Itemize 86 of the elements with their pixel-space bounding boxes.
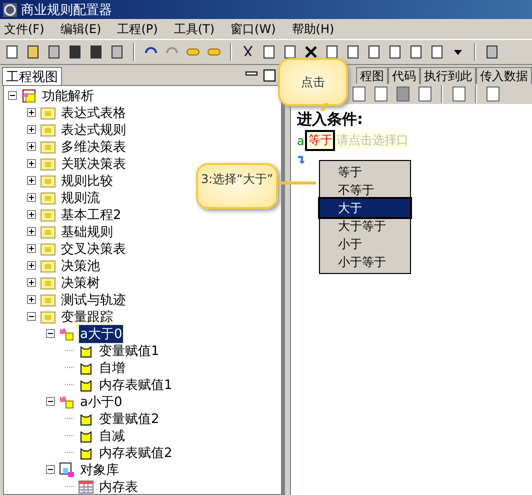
dropdown-option[interactable]: 等于 xyxy=(320,163,410,181)
tree-item[interactable]: 决策池 xyxy=(60,256,101,274)
folder-icon xyxy=(40,190,56,206)
folder-icon xyxy=(40,138,56,154)
tree-item[interactable]: 决策树 xyxy=(60,274,101,292)
menu-item[interactable]: 窗口(W) xyxy=(230,20,276,38)
expander-icon[interactable] xyxy=(27,227,36,236)
section-heading: 进入条件: xyxy=(297,110,363,129)
tree-item[interactable]: 规则比较 xyxy=(60,172,114,190)
tree-item[interactable]: 交叉决策表 xyxy=(60,240,127,258)
folder-icon xyxy=(40,258,56,274)
tree-item[interactable]: 规则流 xyxy=(60,188,101,206)
folder-icon xyxy=(40,156,56,172)
menu-item[interactable]: 编辑(E) xyxy=(60,20,102,38)
expander-icon[interactable] xyxy=(27,193,36,202)
folder-icon xyxy=(40,274,56,290)
expander-icon[interactable] xyxy=(27,108,36,117)
expander-icon[interactable] xyxy=(27,312,36,321)
expander-icon[interactable] xyxy=(46,465,55,474)
branch-icon xyxy=(59,394,75,410)
tree-item[interactable]: a大于0 xyxy=(79,324,124,342)
tree-item[interactable]: 基本工程2 xyxy=(60,206,122,224)
branch-icon xyxy=(59,326,75,342)
tree-item[interactable]: 基础规则 xyxy=(60,222,114,240)
down-arrow-icon xyxy=(297,154,307,164)
tree-item[interactable]: a小于0 xyxy=(79,392,124,410)
folder-icon xyxy=(40,308,56,324)
tree-item[interactable]: 表达式表格 xyxy=(60,104,127,122)
folder-icon xyxy=(40,122,56,138)
expander-icon[interactable] xyxy=(27,210,36,219)
tree-item[interactable]: 多维决策表 xyxy=(60,138,127,156)
folder-icon xyxy=(40,206,56,222)
tree-item[interactable]: 变量赋值2 xyxy=(98,410,160,428)
expander-icon[interactable] xyxy=(27,244,36,253)
tree-item[interactable]: 测试与轨迹 xyxy=(60,290,127,308)
folder-icon xyxy=(40,172,56,188)
tree-item[interactable]: 对象库 xyxy=(79,460,120,478)
folder-icon xyxy=(40,224,56,240)
tree-item[interactable]: 自减 xyxy=(98,426,126,444)
menu-item[interactable]: 文件(F) xyxy=(4,20,44,38)
tree-item[interactable]: 内存表赋值2 xyxy=(98,444,174,462)
dropdown-option[interactable]: 不等于 xyxy=(320,181,410,199)
operator-link[interactable]: 等于 xyxy=(305,130,336,151)
callout: 点击 xyxy=(278,58,348,106)
folder-icon xyxy=(40,292,56,308)
expander-icon[interactable] xyxy=(27,176,36,185)
variable-name: a xyxy=(297,134,304,148)
menu-item[interactable]: 工具(T) xyxy=(174,20,215,38)
panel-tab[interactable]: 工程视图 xyxy=(2,66,62,86)
tree-item[interactable]: 表达式规则 xyxy=(60,120,127,138)
expander-icon[interactable] xyxy=(8,91,17,100)
tree-item[interactable]: 功能解析 xyxy=(41,86,95,104)
expander-icon[interactable] xyxy=(27,261,36,270)
callout: 3:选择“大于” xyxy=(196,163,278,209)
expander-icon[interactable] xyxy=(46,397,55,406)
dropdown-option[interactable]: 大于 xyxy=(320,199,410,217)
project-icon xyxy=(21,88,37,104)
view-tab[interactable]: 程图 xyxy=(356,67,388,84)
expander-icon[interactable] xyxy=(27,125,36,134)
tree-item[interactable]: 内存表赋值1 xyxy=(98,376,174,394)
menu-item[interactable]: 工程(P) xyxy=(117,20,158,38)
menu-item[interactable]: 帮助(H) xyxy=(292,20,334,38)
view-tab[interactable]: 代码 xyxy=(388,67,420,84)
expander-icon[interactable] xyxy=(27,159,36,168)
expander-icon[interactable] xyxy=(27,278,36,287)
tree-item[interactable]: 变量跟踪 xyxy=(60,308,114,326)
folder-icon xyxy=(40,240,56,256)
tree-item[interactable]: 内存表 xyxy=(98,478,139,494)
app-icon xyxy=(2,2,18,18)
window-title: 商业规则配置器 xyxy=(21,2,112,18)
dropdown-option[interactable]: 小于 xyxy=(320,235,410,253)
expander-icon[interactable] xyxy=(27,295,36,304)
tree-item[interactable]: 变量赋值1 xyxy=(98,342,160,360)
dropdown-option[interactable]: 大于等于 xyxy=(320,217,410,235)
leader-line xyxy=(318,103,330,111)
view-tab[interactable]: 执行到此 xyxy=(420,67,476,84)
dropdown-option[interactable]: 小于等于 xyxy=(320,253,410,271)
view-tab[interactable]: 传入数据 xyxy=(476,67,532,84)
folder-icon xyxy=(40,104,56,120)
expander-icon[interactable] xyxy=(46,329,55,338)
leader-line xyxy=(278,180,316,186)
tree-item[interactable]: 关联决策表 xyxy=(60,154,127,172)
window-controls-icon[interactable] xyxy=(244,69,278,83)
tree-item[interactable]: 自增 xyxy=(98,358,126,376)
expander-icon[interactable] xyxy=(27,142,36,151)
object-library-icon xyxy=(59,462,75,478)
